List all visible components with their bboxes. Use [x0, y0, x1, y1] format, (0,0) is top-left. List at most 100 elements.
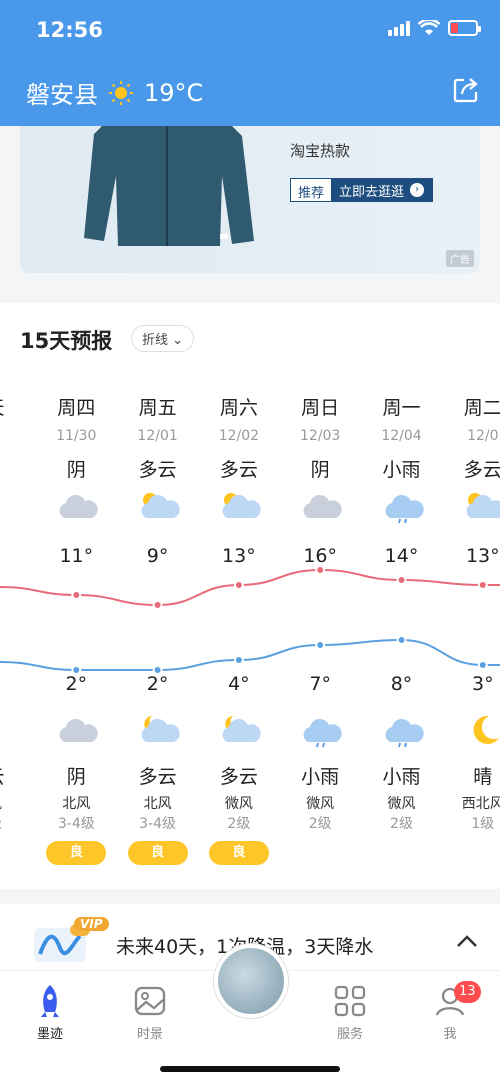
aqi-badge[interactable]: 良 — [36, 841, 116, 865]
ad-label: 广告 — [446, 250, 474, 267]
night-weather: 小雨 — [382, 766, 421, 788]
wind-direction: 西北风 — [461, 796, 500, 812]
tab-services[interactable]: 服务 — [310, 983, 390, 1042]
weekday: 周六 — [219, 397, 258, 419]
night-weather-icon — [443, 712, 500, 752]
low-temp-line-point — [477, 660, 488, 670]
chevron-down-icon: ⌄ — [172, 333, 184, 348]
day-weather-icon — [362, 488, 442, 528]
date: 12/01 — [137, 428, 178, 444]
night-weather-icon — [36, 712, 116, 752]
home-indicator — [160, 1066, 340, 1072]
ad-banner[interactable]: 淘宝热款 推荐 立即去逛逛 › 广告 — [20, 126, 480, 273]
day-weather: 小雨 — [382, 459, 421, 481]
aqi-badge[interactable]: 良 — [118, 841, 198, 865]
low-temp-line-point — [152, 665, 163, 675]
ad-cta-label: 立即去逛逛 — [339, 184, 405, 200]
date: 12/04 — [381, 428, 422, 444]
high-temp-line-point — [71, 590, 82, 600]
night-weather-icon — [362, 712, 442, 752]
day-weather-icon — [199, 488, 279, 528]
wind-level: 1级 — [471, 816, 495, 832]
date: 12/02 — [218, 428, 260, 444]
low-temp-line-point — [315, 640, 326, 650]
day-weather: 多云 — [219, 459, 258, 481]
tab-label: 时景 — [136, 1027, 163, 1042]
center-scenery-button[interactable] — [214, 944, 288, 1018]
chevron-up-icon[interactable] — [456, 934, 478, 948]
tab-me[interactable]: 我 13 — [410, 981, 490, 1042]
picture-icon — [134, 986, 166, 1016]
day-weather-icon — [443, 488, 500, 528]
wind-direction: 微风 — [224, 796, 253, 812]
date: 9 — [0, 428, 35, 444]
ad-cta-button[interactable]: 推荐 立即去逛逛 › — [290, 178, 434, 202]
tab-label: 墨迹 — [36, 1027, 63, 1042]
wind-direction: 微风 — [387, 796, 416, 812]
rocket-icon — [41, 985, 59, 1017]
tab-moji[interactable]: 墨迹 — [10, 983, 90, 1042]
vip-badge: VIP — [74, 917, 109, 931]
jacket-image — [84, 126, 254, 246]
night-weather-icon — [118, 712, 198, 752]
sun-icon — [109, 80, 133, 105]
day-weather-icon — [280, 488, 360, 528]
night-weather: 多云 — [219, 766, 258, 788]
day-weather-icon — [118, 488, 198, 528]
low-temp-line-point — [396, 635, 407, 645]
wind-level: 3-4级 — [57, 816, 95, 832]
wind-level: 2级 — [227, 816, 251, 832]
aqi-label: 良 — [208, 841, 269, 865]
chevron-right-icon: › — [410, 183, 425, 197]
wind-level: 2级 — [308, 816, 332, 832]
status-icons — [388, 20, 481, 36]
high-temp-line-point — [477, 580, 488, 590]
ad-cta: 立即去逛逛 › — [331, 179, 433, 201]
night-weather: 小雨 — [301, 766, 340, 788]
weekday: 天 — [0, 393, 35, 420]
battery-icon — [448, 20, 481, 36]
weekday: 周二 — [463, 397, 500, 419]
date: 12/0 — [467, 428, 499, 444]
night-weather-icon — [280, 712, 360, 752]
wind-direction: 北风 — [62, 796, 91, 812]
tab-scenery[interactable]: 时景 — [110, 983, 190, 1042]
wind-direction: 北风 — [143, 796, 172, 812]
weekday: 周日 — [301, 397, 340, 419]
date: 11/30 — [56, 428, 97, 444]
ad-tag: 推荐 — [291, 179, 332, 201]
night-weather: 阴 — [66, 766, 86, 788]
low-temp-line-point — [71, 665, 82, 675]
signal-icon — [388, 20, 410, 36]
wind-level: 3-4级 — [139, 816, 177, 832]
current-temperature: 19°C — [144, 78, 204, 107]
day-weather: 阴 — [66, 459, 86, 481]
grid-icon — [334, 985, 366, 1017]
tab-label: 服务 — [336, 1027, 363, 1042]
wind-direction: 风 — [0, 793, 35, 813]
notification-badge: 13 — [454, 981, 481, 1003]
wind-level: 2级 — [390, 816, 413, 832]
location-name: 磐安县 — [26, 81, 98, 109]
aqi-badge[interactable]: 良 — [199, 841, 279, 865]
night-weather: 多云 — [138, 766, 177, 788]
weekday: 周一 — [382, 397, 421, 419]
aqi-label: 良 — [46, 841, 107, 865]
chart-mode-label: 折线 — [142, 333, 169, 348]
weekday: 周五 — [138, 397, 177, 419]
weekday: 周四 — [57, 397, 96, 419]
tab-label: 我 — [443, 1027, 457, 1042]
night-weather-icon — [199, 712, 279, 752]
top-header: 12:56 磐安县 19°C — [0, 0, 500, 126]
share-icon[interactable] — [452, 76, 480, 104]
day-weather: 阴 — [310, 459, 330, 481]
temperature-chart — [0, 565, 500, 675]
location-area[interactable]: 磐安县 19°C — [26, 75, 203, 110]
status-time: 12:56 — [36, 18, 103, 42]
day-weather: 多云 — [138, 459, 177, 481]
chart-mode-toggle[interactable]: 折线 ⌄ — [131, 325, 195, 352]
day-weather: 多云 — [463, 459, 500, 481]
night-weather: 晴 — [473, 766, 493, 788]
forecast-title: 15天预报 — [20, 329, 113, 353]
wifi-icon — [418, 20, 440, 35]
